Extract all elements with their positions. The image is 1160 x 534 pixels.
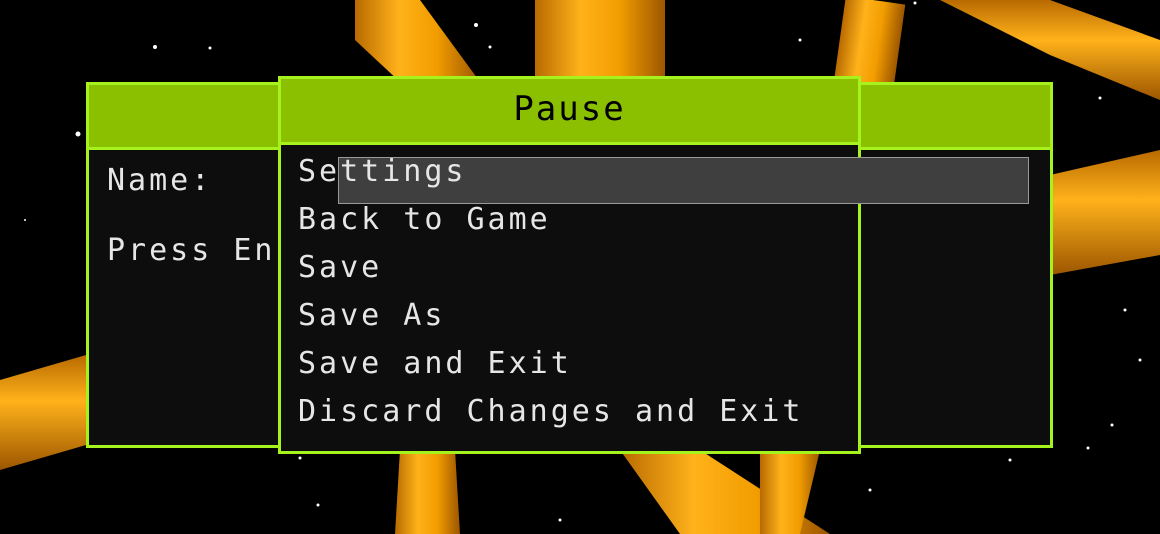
menu-item-back-to-game[interactable]: Back to Game <box>298 202 551 238</box>
menu-item-discard-changes-and-exit[interactable]: Discard Changes and Exit <box>298 394 803 430</box>
pause-menu-title: Pause <box>281 79 858 145</box>
menu-item-save[interactable]: Save <box>298 250 382 286</box>
name-label: Name: <box>107 163 213 198</box>
menu-item-settings[interactable]: Settings <box>298 154 467 190</box>
menu-item-save-and-exit[interactable]: Save and Exit <box>298 346 572 382</box>
menu-item-save-as[interactable]: Save As <box>298 298 445 334</box>
press-enter-hint: Press En <box>107 233 276 268</box>
